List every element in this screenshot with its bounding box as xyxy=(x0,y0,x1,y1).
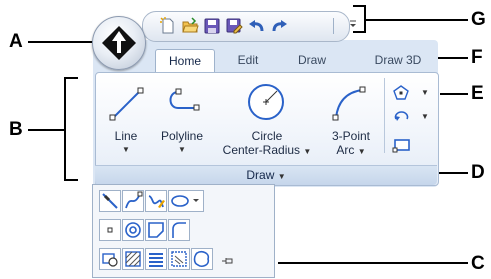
callout-a: A xyxy=(9,31,23,52)
leader-g-bracket-v xyxy=(364,5,366,33)
leader-g xyxy=(365,19,468,21)
arc-tool-icon xyxy=(332,86,366,121)
point-icon xyxy=(107,227,113,233)
tab-edit[interactable]: Edit xyxy=(226,49,270,72)
ray-icon xyxy=(102,193,118,209)
tab-draw[interactable]: Draw xyxy=(288,49,336,72)
boundary-button[interactable] xyxy=(145,219,167,241)
shape-button[interactable] xyxy=(191,248,213,270)
hatch-button[interactable] xyxy=(122,248,144,270)
polyline-tool-label: Polyline xyxy=(160,129,204,143)
region-icon xyxy=(102,253,118,267)
leader-b-horizontal xyxy=(28,129,65,131)
open-icon[interactable] xyxy=(181,17,199,35)
leader-c xyxy=(278,262,468,264)
leader-b-bracket-v xyxy=(64,77,66,181)
circle-tool-icon xyxy=(248,84,284,120)
revision-cloud-icon xyxy=(171,251,187,267)
donut-button[interactable] xyxy=(122,219,144,241)
donut-icon xyxy=(125,222,141,238)
polyline-tool-button[interactable]: Polyline ▼ xyxy=(154,129,210,157)
rectangle-icon[interactable] xyxy=(392,137,412,153)
leader-a xyxy=(28,41,94,43)
boundary-icon xyxy=(148,222,164,238)
ellipse-button[interactable] xyxy=(168,190,204,212)
ray-button[interactable] xyxy=(99,190,121,212)
arc-tool-button[interactable]: 3-Point Arc ▼ xyxy=(322,129,380,159)
leader-g-bracket-top xyxy=(353,5,365,7)
arc-tool-label: 3-Point xyxy=(331,129,371,143)
line-tool-button[interactable]: Line ▼ xyxy=(102,129,150,157)
line-tool-icon xyxy=(109,87,144,121)
line-dropdown-arrow[interactable]: ▼ xyxy=(102,143,150,157)
shape-icon xyxy=(193,251,210,267)
ribbon-tabs: Home Edit Draw Draw 3D xyxy=(93,44,438,73)
tab-home[interactable]: Home xyxy=(155,49,215,73)
spline-icon xyxy=(125,191,143,209)
save-as-icon[interactable] xyxy=(225,17,243,35)
panel-expand-arrow[interactable]: ▼ xyxy=(278,172,286,181)
freehand-icon xyxy=(148,195,165,208)
circle-tool-button[interactable]: Circle Center-Radius ▼ xyxy=(212,129,322,159)
rotate-dropdown-arrow[interactable]: ▼ xyxy=(421,112,429,121)
wipeout-icon xyxy=(149,253,163,267)
leader-e xyxy=(440,93,468,95)
quick-access-toolbar xyxy=(142,11,350,42)
circle-tool-sublabel: Center-Radius xyxy=(222,143,301,157)
wipeout-button[interactable] xyxy=(145,248,167,270)
arc-dropdown-arrow[interactable]: ▼ xyxy=(358,147,366,156)
draw-panel-title[interactable]: Draw ▼ xyxy=(95,165,437,185)
callout-d: D xyxy=(471,162,485,183)
new-icon[interactable] xyxy=(159,17,177,35)
leader-b-bracket-top xyxy=(64,77,78,79)
leader-f xyxy=(438,57,468,59)
circle-dropdown-arrow[interactable]: ▼ xyxy=(303,147,311,156)
region-button[interactable] xyxy=(99,248,121,270)
fillet-arc-icon xyxy=(172,222,186,238)
point-button[interactable] xyxy=(99,219,121,241)
draw-panel-title-label: Draw xyxy=(246,168,275,182)
freehand-button[interactable] xyxy=(145,190,167,212)
arc-tool-sublabel: Arc xyxy=(336,143,355,157)
polygon-icon[interactable] xyxy=(392,84,410,102)
ellipse-icon xyxy=(171,195,199,207)
leader-b-bracket-bottom xyxy=(64,179,78,181)
revision-cloud-button[interactable] xyxy=(168,248,190,270)
callout-c: C xyxy=(471,253,485,274)
qat-overflow-button[interactable] xyxy=(347,14,359,34)
pin-icon[interactable] xyxy=(221,256,235,266)
chevron-down-icon xyxy=(350,20,356,27)
save-icon[interactable] xyxy=(203,17,221,35)
spline-button[interactable] xyxy=(122,190,144,212)
callout-f: F xyxy=(471,47,483,68)
qat-separator xyxy=(333,18,334,34)
polyline-dropdown-arrow[interactable]: ▼ xyxy=(154,143,210,157)
tab-draw-3d[interactable]: Draw 3D xyxy=(363,49,433,72)
draw-flyout-panel xyxy=(92,184,275,278)
panel-separator xyxy=(384,78,385,153)
fillet-arc-button[interactable] xyxy=(168,219,190,241)
callout-b: B xyxy=(9,119,23,140)
callout-e: E xyxy=(471,83,484,104)
rotate-icon[interactable] xyxy=(392,108,412,126)
hatch-icon xyxy=(125,251,141,267)
polygon-dropdown-arrow[interactable]: ▼ xyxy=(421,88,429,97)
line-tool-label: Line xyxy=(114,129,138,143)
circle-tool-label: Circle xyxy=(251,129,283,143)
polyline-tool-icon xyxy=(169,88,200,111)
callout-g: G xyxy=(471,9,486,30)
undo-icon[interactable] xyxy=(247,17,265,35)
redo-icon[interactable] xyxy=(271,17,289,35)
